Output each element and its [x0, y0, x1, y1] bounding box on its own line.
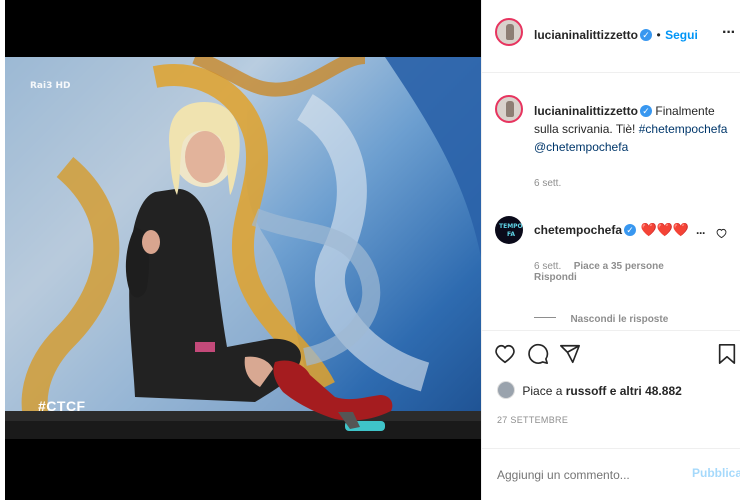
caption-mention[interactable]: @chetempochefa — [534, 140, 628, 154]
publish-button[interactable]: Pubblica — [692, 466, 740, 480]
comment-text: ❤️❤️❤️ — [640, 222, 690, 237]
share-icon[interactable] — [559, 343, 581, 370]
caption-avatar[interactable] — [495, 95, 523, 123]
comment-avatar[interactable]: TEMPO FA — [495, 216, 523, 244]
caption-text-block: lucianinalittizzetto ✓ Finalmente sulla s… — [534, 102, 734, 156]
author-avatar[interactable] — [495, 18, 523, 46]
caption-username[interactable]: lucianinalittizzetto — [534, 104, 638, 118]
post-photo: Rai3 HD #CTCF — [5, 57, 481, 439]
bookmark-icon[interactable] — [717, 343, 737, 370]
comment-input[interactable] — [495, 463, 679, 487]
divider-line — [534, 317, 556, 319]
comment-time[interactable]: 6 sett. — [534, 261, 561, 272]
comment-body: chetempochefa ✓ ❤️❤️❤️ — [534, 221, 689, 239]
comment-avatar-text-2: FA — [507, 231, 516, 238]
action-bar: Piace a russoff e altri 48.882 27 SETTEM… — [482, 330, 740, 449]
heart-icon[interactable] — [716, 226, 727, 244]
comment-icon[interactable] — [527, 343, 549, 370]
separator-dot: • — [656, 28, 661, 42]
post-side-panel: lucianinalittizzetto ✓ • Segui ··· lucian… — [481, 0, 740, 500]
likes-user[interactable]: russoff — [566, 384, 607, 398]
header-title-row: lucianinalittizzetto ✓ • Segui — [534, 26, 698, 44]
verified-icon: ✓ — [640, 105, 653, 117]
verified-icon: ✓ — [640, 29, 653, 41]
heart-icon[interactable] — [494, 343, 516, 370]
comment-username[interactable]: chetempochefa — [534, 223, 622, 237]
reply-button[interactable]: Rispondi — [534, 272, 577, 283]
likes-summary: Piace a russoff e altri 48.882 — [497, 381, 682, 399]
author-username[interactable]: lucianinalittizzetto — [534, 28, 638, 42]
more-icon[interactable]: ··· — [722, 24, 736, 42]
follow-button[interactable]: Segui — [665, 28, 698, 42]
hide-replies-label: Nascondi le risposte — [570, 314, 669, 325]
caption-hashtag[interactable]: #chetempochefa — [639, 122, 728, 136]
comment-avatar-text-1: TEMPO — [499, 223, 523, 230]
tv-studio-scene — [5, 57, 481, 439]
hide-replies-toggle[interactable]: Nascondi le risposte — [534, 309, 668, 327]
comment-likes[interactable]: Piace a 35 persone — [574, 261, 664, 272]
verified-icon: ✓ — [624, 224, 637, 236]
add-comment-bar: Pubblica — [482, 448, 740, 501]
channel-logo: Rai3 HD — [30, 81, 71, 91]
more-icon[interactable]: ··· — [696, 226, 706, 240]
likes-others[interactable]: e altri 48.882 — [610, 384, 682, 398]
post-date[interactable]: 27 SETTEMBRE — [497, 415, 568, 425]
post-header: lucianinalittizzetto ✓ • Segui ··· — [482, 0, 740, 73]
hashtag-overlay: #CTCF — [38, 398, 86, 414]
likes-prefix: Piace a — [522, 384, 563, 398]
liker-avatar[interactable] — [497, 381, 515, 399]
caption-time[interactable]: 6 sett. — [534, 178, 561, 189]
post-media[interactable]: Rai3 HD #CTCF — [5, 0, 481, 500]
